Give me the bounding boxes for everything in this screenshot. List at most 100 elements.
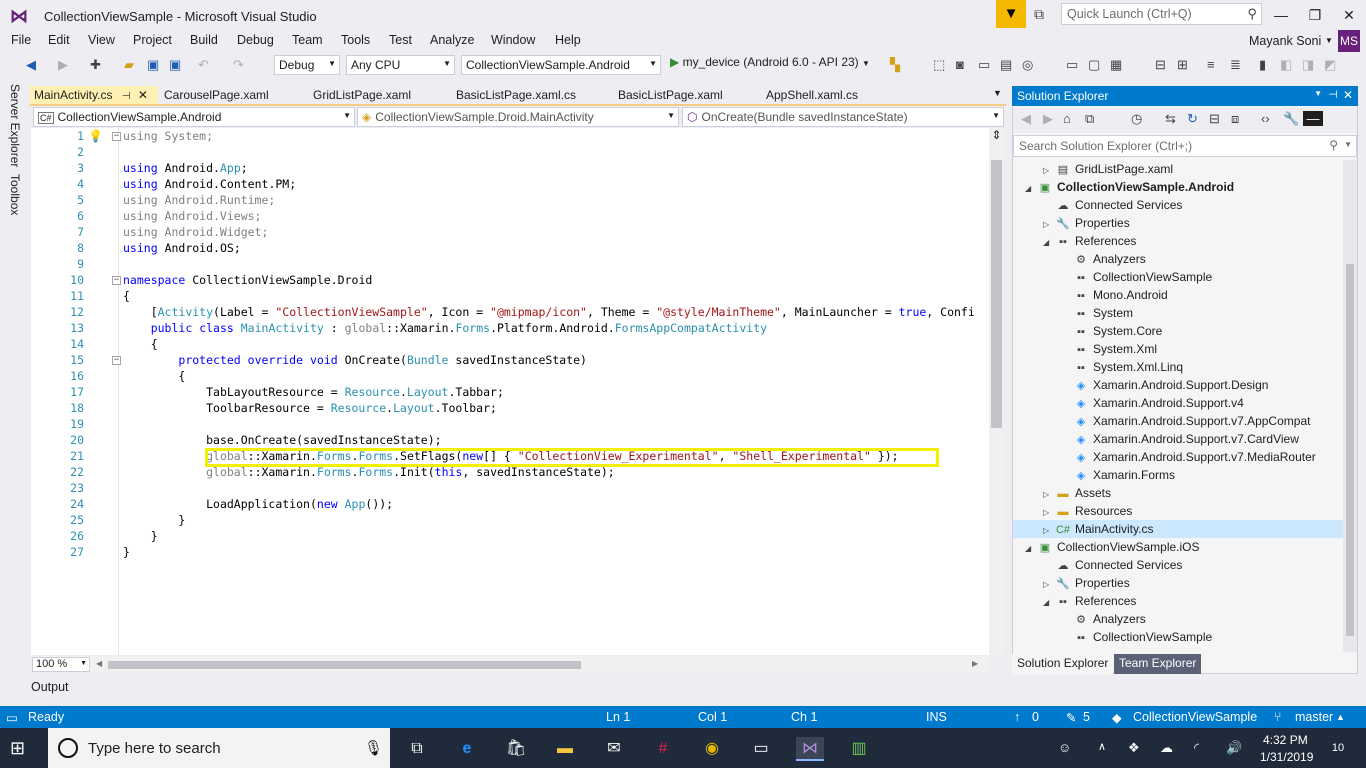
scroll-left-icon[interactable]: ◀	[96, 659, 102, 668]
clear-bookmarks-icon[interactable]: ◩	[1324, 57, 1336, 73]
tree-item[interactable]: ◢ ▣ CollectionViewSample.Android	[1013, 178, 1343, 196]
clock-date[interactable]: 1/31/2019	[1260, 750, 1313, 764]
menu-build[interactable]: Build	[190, 33, 218, 47]
clock-time[interactable]: 4:32 PM	[1263, 733, 1308, 747]
home-icon[interactable]: ⌂	[1063, 111, 1071, 126]
tree-item[interactable]: ◈ Xamarin.Android.Support.v7.CardView	[1013, 430, 1343, 448]
quick-launch-input[interactable]: Quick Launch (Ctrl+Q) ⚲	[1061, 3, 1262, 25]
close-icon[interactable]: ✕	[138, 88, 148, 102]
solution-explorer-search-input[interactable]: Search Solution Explorer (Ctrl+;) ⚲ ▼	[1013, 135, 1357, 157]
outdent-icon[interactable]: ≣	[1230, 57, 1241, 73]
window-options-icon[interactable]: ▼	[1314, 89, 1322, 98]
tree-item[interactable]: ◈ Xamarin.Forms	[1013, 466, 1343, 484]
tab-basiclistpage-xaml[interactable]: BasicListPage.xaml	[614, 86, 727, 106]
platform-select[interactable]: Any CPU ▼	[346, 55, 455, 75]
start-debugging-button[interactable]: ▶ my_device (Android 6.0 - API 23) ▼	[670, 55, 870, 69]
preview-selected-items-icon[interactable]: —	[1303, 111, 1323, 126]
device-manager-icon[interactable]: ▢	[1088, 57, 1100, 73]
solution-explorer-scroll-thumb[interactable]	[1346, 264, 1354, 636]
pin-icon[interactable]: ⊣	[122, 91, 131, 102]
next-bookmark-icon[interactable]: ◨	[1302, 57, 1314, 73]
visual-studio-taskbar-icon[interactable]: ⋈	[796, 737, 824, 761]
server-explorer-tab[interactable]: Server Explorer	[8, 84, 22, 167]
tree-item[interactable]: ◈ Xamarin.Android.Support.v7.AppCompat	[1013, 412, 1343, 430]
back-icon[interactable]: ◀	[1021, 111, 1031, 127]
tab-carouselpage-xaml[interactable]: CarouselPage.xaml	[160, 86, 273, 106]
terminal-icon[interactable]: ▭	[978, 57, 990, 73]
tab-team-explorer[interactable]: Team Explorer	[1114, 654, 1202, 674]
new-project-icon[interactable]: ✚	[90, 57, 101, 73]
terminal-app-icon[interactable]: ▭	[747, 737, 775, 761]
edge-browser-icon[interactable]: e	[453, 737, 481, 761]
device-icon[interactable]: ⬚	[933, 57, 945, 73]
pending-changes-count[interactable]: 5	[1083, 710, 1090, 724]
close-icon[interactable]: ✕	[1343, 88, 1353, 102]
tree-item[interactable]: ▪▪ System.Xml.Linq	[1013, 358, 1343, 376]
indent-icon[interactable]: ≡	[1207, 57, 1215, 72]
menu-team[interactable]: Team	[292, 33, 323, 47]
zoom-select[interactable]: 100 % ▼	[32, 657, 90, 672]
undo-icon[interactable]: ↶	[198, 57, 209, 73]
people-icon[interactable]: ☺	[1058, 740, 1071, 755]
arrow-up-icon[interactable]: ↑	[1014, 710, 1020, 724]
toolbox-tab[interactable]: Toolbox	[8, 174, 22, 215]
collapse-icon[interactable]: −	[112, 356, 121, 365]
menu-test[interactable]: Test	[389, 33, 412, 47]
close-button[interactable]: ✕	[1332, 4, 1366, 26]
switch-views-icon[interactable]: ⧉	[1085, 111, 1094, 127]
chevron-up-icon[interactable]: ▲	[1336, 712, 1345, 722]
tree-item[interactable]: ▪▪ Mono.Android	[1013, 286, 1343, 304]
menu-edit[interactable]: Edit	[48, 33, 70, 47]
task-view-icon[interactable]: ⧉	[403, 737, 431, 761]
menu-analyze[interactable]: Analyze	[430, 33, 474, 47]
tree-item[interactable]: ☁ Connected Services	[1013, 196, 1343, 214]
tree-item[interactable]: ▷ ▤ GridListPage.xaml	[1013, 160, 1343, 178]
tab-basiclistpage-xaml-cs[interactable]: BasicListPage.xaml.cs	[452, 86, 580, 106]
open-folder-icon[interactable]: ▰	[124, 57, 134, 73]
tree-item[interactable]: ▪▪ System.Core	[1013, 322, 1343, 340]
tab-solution-explorer[interactable]: Solution Explorer	[1012, 654, 1114, 674]
lightbulb-icon[interactable]: 💡	[88, 129, 103, 143]
onedrive-icon[interactable]: ☁	[1160, 740, 1173, 756]
tree-item[interactable]: ⚙ Analyzers	[1013, 610, 1343, 628]
feedback-icon[interactable]: ⧉	[1034, 6, 1054, 24]
menu-project[interactable]: Project	[133, 33, 172, 47]
sdk-manager-icon[interactable]: ▦	[1110, 57, 1122, 73]
show-all-files-icon[interactable]: ⧈	[1231, 111, 1239, 127]
refresh-icon[interactable]: ↻	[1187, 111, 1198, 127]
tree-item[interactable]: ▷ ▬ Assets	[1013, 484, 1343, 502]
branch-icon[interactable]: ⑂	[1274, 710, 1282, 724]
avatar[interactable]: MS	[1338, 30, 1360, 52]
menu-debug[interactable]: Debug	[237, 33, 274, 47]
tree-item[interactable]: ◢ ▪▪ References	[1013, 232, 1343, 250]
menu-help[interactable]: Help	[555, 33, 581, 47]
menu-tools[interactable]: Tools	[341, 33, 370, 47]
collapse-all-icon[interactable]: ⊟	[1209, 111, 1220, 127]
forward-icon[interactable]: ▶	[58, 57, 68, 73]
split-editor-icon[interactable]: ⇕	[989, 128, 1004, 150]
restore-button[interactable]: ❐	[1298, 4, 1332, 26]
slack-icon[interactable]: #	[649, 737, 677, 761]
monitor-icon[interactable]: ▭	[1066, 57, 1078, 73]
mail-icon[interactable]: ✉	[600, 737, 628, 761]
tree-item[interactable]: ▷ 🔧 Properties	[1013, 214, 1343, 232]
tree-item[interactable]: ▷ C# MainActivity.cs	[1013, 520, 1343, 538]
bookmark-icon[interactable]: ▮	[1259, 57, 1266, 73]
windows-start-icon[interactable]: ⊞	[10, 738, 25, 759]
output-panel-tab[interactable]: Output	[31, 680, 69, 694]
notification-filter-icon[interactable]: ▼	[996, 0, 1026, 28]
microphone-icon[interactable]: 🎙	[364, 739, 383, 757]
tree-item[interactable]: ▪▪ CollectionViewSample	[1013, 628, 1343, 646]
tab-gridlistpage-xaml[interactable]: GridListPage.xaml	[309, 86, 415, 106]
repository-icon[interactable]: ◆	[1112, 710, 1122, 725]
action-center-icon[interactable]: 10	[1326, 738, 1350, 760]
tree-item[interactable]: ▪▪ System	[1013, 304, 1343, 322]
tree-item[interactable]: ◢ ▣ CollectionViewSample.iOS	[1013, 538, 1343, 556]
scroll-right-icon[interactable]: ▶	[972, 659, 978, 668]
debug-tool-icon[interactable]: ▚	[890, 57, 900, 73]
forward-icon[interactable]: ▶	[1043, 111, 1053, 127]
configuration-select[interactable]: Debug ▼	[274, 55, 340, 75]
spreadsheet-app-icon[interactable]: ▥	[845, 737, 873, 761]
tab-overflow-icon[interactable]: ▼	[993, 88, 1002, 98]
volume-icon[interactable]: 🔊	[1226, 740, 1242, 756]
